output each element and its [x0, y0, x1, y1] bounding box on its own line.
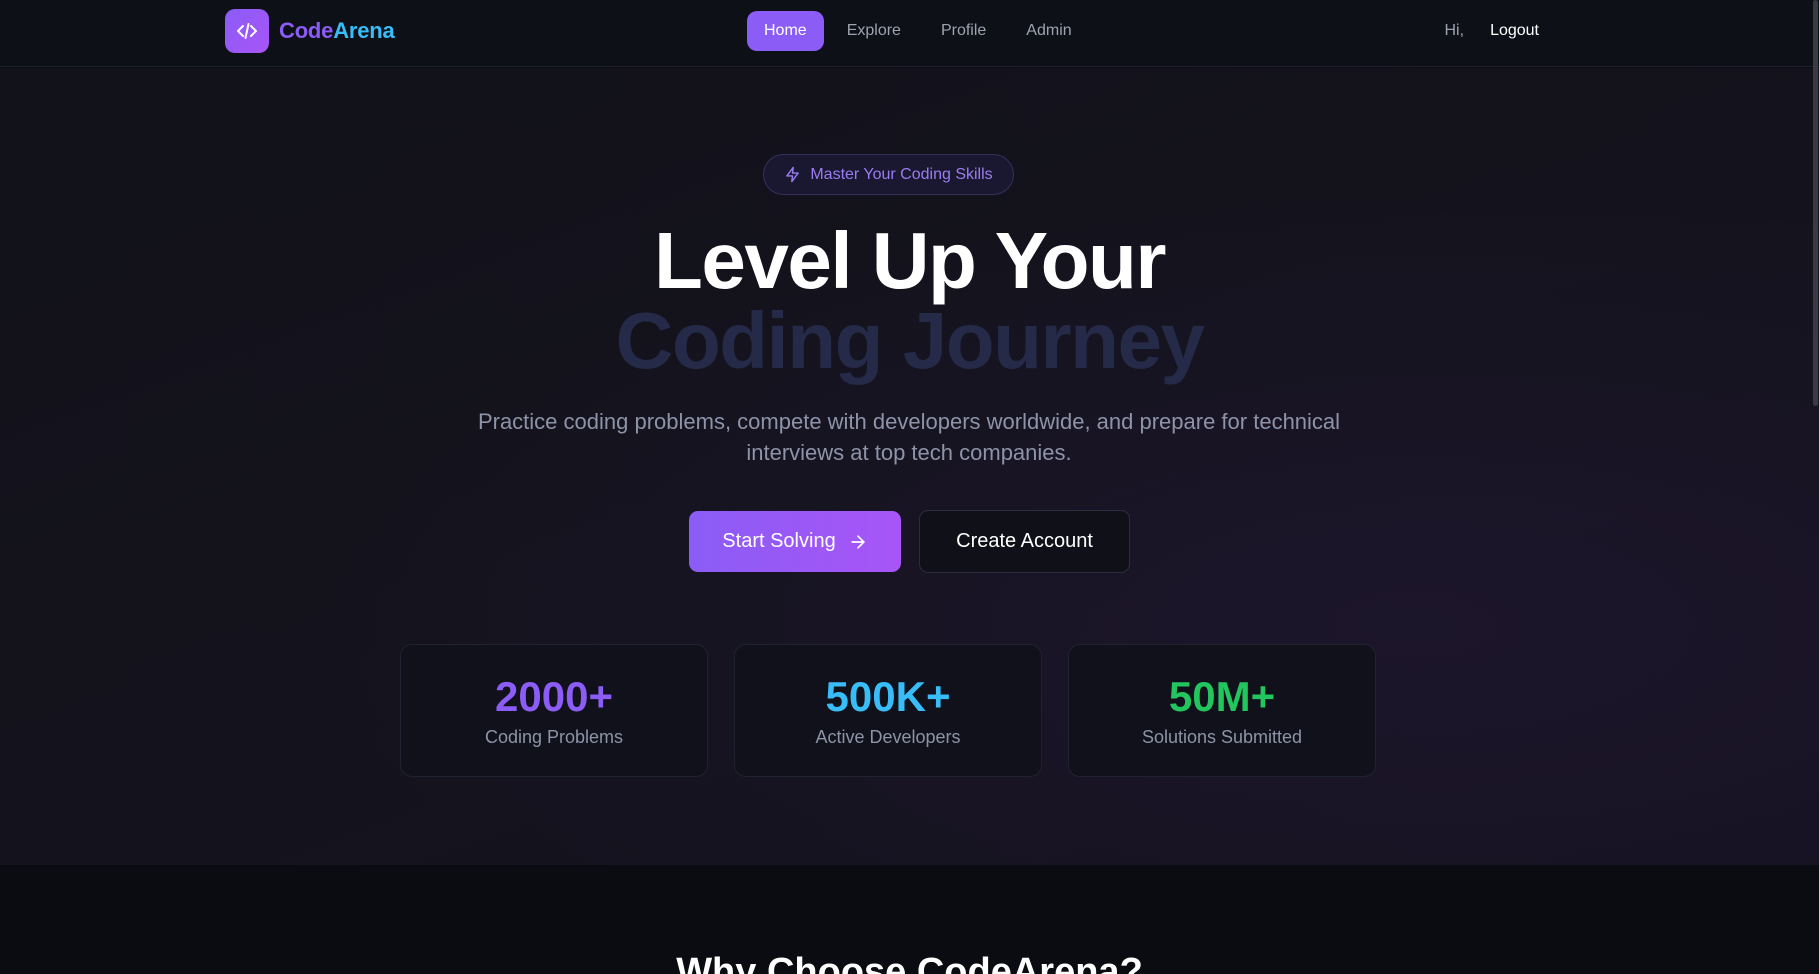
hero-badge-label: Master Your Coding Skills	[810, 165, 993, 183]
hero-section: Master Your Coding Skills Level Up Your …	[0, 68, 1819, 865]
hero-cta-row: Start Solving Create Account	[0, 510, 1819, 573]
hero-headline-line1: Level Up Your	[653, 216, 1167, 305]
code-icon	[225, 9, 269, 53]
user-menu: Hi, Logout	[1445, 11, 1540, 51]
hero-headline-line2: Coding Journey	[615, 296, 1205, 385]
stat-label: Solutions Submitted	[1141, 727, 1303, 747]
arrow-right-icon	[848, 532, 868, 552]
top-navbar: CodeArena Home Explore Profile Admin Hi,…	[0, 0, 1819, 67]
stat-value: 50M+	[1168, 673, 1276, 720]
nav-link-admin[interactable]: Admin	[1009, 11, 1088, 51]
brand-name-part1: Code	[279, 18, 334, 43]
start-solving-button[interactable]: Start Solving	[689, 511, 901, 572]
stats-row: 2000+ Coding Problems 500K+ Active Devel…	[400, 644, 1378, 777]
logout-button[interactable]: Logout	[1490, 22, 1539, 40]
stat-card-developers: 500K+ Active Developers	[734, 644, 1042, 777]
why-section-title: Why Choose CodeArena?	[676, 951, 1143, 974]
user-greeting: Hi,	[1444, 22, 1465, 39]
brand-name-part2: Arena	[333, 18, 395, 43]
hero-subtitle: Practice coding problems, compete with d…	[477, 409, 1341, 465]
hero-badge: Master Your Coding Skills	[763, 154, 1014, 195]
stat-value: 2000+	[495, 673, 613, 720]
nav-link-home[interactable]: Home	[747, 11, 824, 51]
main-nav: Home Explore Profile Admin	[747, 11, 1089, 51]
create-account-button[interactable]: Create Account	[919, 510, 1130, 573]
stat-card-problems: 2000+ Coding Problems	[400, 644, 708, 777]
stat-label: Active Developers	[815, 727, 961, 747]
stat-card-solutions: 50M+ Solutions Submitted	[1068, 644, 1376, 777]
start-solving-label: Start Solving	[722, 530, 836, 552]
brand-name: CodeArena	[279, 18, 395, 44]
lightning-icon	[784, 166, 801, 183]
nav-link-profile[interactable]: Profile	[924, 11, 1003, 51]
why-section: Why Choose CodeArena?	[0, 865, 1819, 974]
stat-label: Coding Problems	[484, 727, 624, 747]
page-scrollbar-thumb[interactable]	[1813, 0, 1818, 406]
stat-value: 500K+	[825, 673, 951, 720]
nav-link-explore[interactable]: Explore	[830, 11, 918, 51]
brand-logo-link[interactable]: CodeArena	[225, 9, 395, 53]
